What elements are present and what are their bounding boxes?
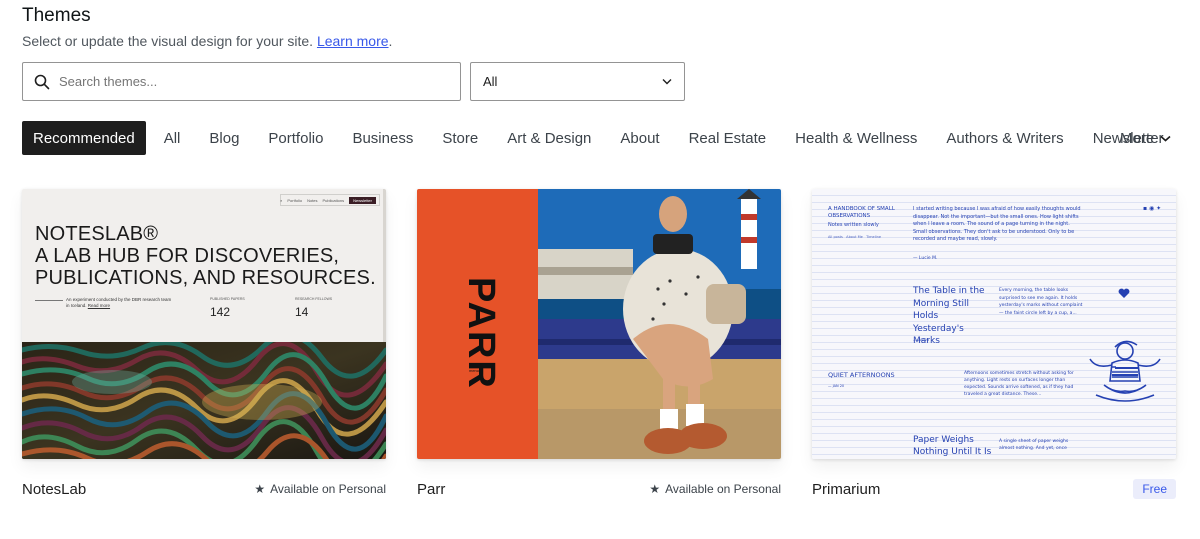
primarium-preview: A HANDBOOK OF SMALL OBSERVATIONS Notes w… [812,189,1176,459]
search-icon [34,74,50,89]
parr-preview-sidebar: PARR menu [417,189,538,459]
theme-card-footer: NotesLab ★ Available on Personal [22,477,386,501]
theme-card-noteslab[interactable]: ⌕ Portfolio Notes Publications Newslette… [22,189,386,498]
tab-store[interactable]: Store [431,121,489,155]
noteslab-scrollbar [383,189,386,342]
theme-name[interactable]: Parr [417,481,445,498]
noteslab-headline-line: PUBLICATIONS, AND RESOURCES. [35,267,376,289]
noteslab-nav-item: Portfolio [287,197,303,203]
theme-card-footer: Primarium Free [812,477,1176,501]
theme-card-footer: Parr ★ Available on Personal [417,477,781,501]
page-subtitle: Select or update the visual design for y… [22,33,392,49]
tab-all[interactable]: All [153,121,192,155]
tab-blog[interactable]: Blog [198,121,250,155]
noteslab-stat-value: 142 [210,305,231,319]
star-icon: ★ [254,482,266,496]
theme-card-primarium[interactable]: A HANDBOOK OF SMALL OBSERVATIONS Notes w… [812,189,1176,499]
tab-recommended[interactable]: Recommended [22,121,146,155]
subtitle-period: . [388,33,393,49]
parr-photo-image [538,189,781,459]
theme-name[interactable]: NotesLab [22,481,86,498]
noteslab-preview-header: ⌕ Portfolio Notes Publications Newslette… [22,189,386,342]
noteslab-nav-item: Notes [307,197,318,203]
noteslab-divider [35,300,63,301]
learn-more-link[interactable]: Learn more [317,33,389,49]
primarium-nav: All posts About Me Timeline [828,235,882,239]
plan-badge-label: Available on Personal [270,482,386,496]
tab-art-design[interactable]: Art & Design [496,121,602,155]
theme-preview-noteslab[interactable]: ⌕ Portfolio Notes Publications Newslette… [22,189,386,459]
tab-health-wellness[interactable]: Health & Wellness [784,121,928,155]
page-title: Themes [22,5,91,26]
noteslab-read-more: Read more [87,303,111,308]
theme-name[interactable]: Primarium [812,481,880,498]
parr-menu-label: menu [469,368,480,373]
theme-card-parr[interactable]: PARR menu Parr ★ Available on Personal [417,189,781,498]
primarium-post-title: Paper Weighs Nothing Until It Is [913,435,992,457]
noteslab-stat-label: PUBLISHED PAPERS [210,297,245,301]
tab-more[interactable]: More [1120,121,1171,155]
heart-icon [1118,288,1130,298]
primarium-post-excerpt: A single sheet of paper weighs almost no… [999,439,1069,451]
noteslab-nav-search-icon: ⌕ [280,197,283,203]
free-badge: Free [1133,479,1176,499]
chevron-down-icon [1160,135,1171,142]
noteslab-abstract-art-image [22,342,386,459]
tab-real-estate[interactable]: Real Estate [678,121,778,155]
noteslab-headline-line: NOTESLAB® [35,223,159,245]
filter-select[interactable]: All [470,62,685,101]
chevron-down-icon [662,79,672,85]
noteslab-headline: NOTESLAB® A LAB HUB FOR DISCOVERIES, PUB… [35,223,376,289]
subtitle-text: Select or update the visual design for y… [22,33,314,49]
category-tabs: Recommended All Blog Portfolio Business … [22,121,1182,155]
tab-about[interactable]: About [609,121,670,155]
primarium-post-title: QUIET AFTERNOONS [828,371,895,379]
primarium-intro: I started writing because I was afraid o… [913,206,1081,242]
meditating-figure-illustration [1089,340,1161,402]
plan-badge: ★ Available on Personal [254,482,386,496]
primarium-post-excerpt: Afternoons sometimes stretch without ask… [964,371,1074,397]
noteslab-intro-text: An experiment conducted by the DBR resea… [66,297,172,308]
filter-select-value: All [483,74,498,89]
noteslab-stat-label: RESEARCH FELLOWS [295,297,333,301]
primarium-tagline: Notes written slowly [828,222,879,228]
noteslab-intro: An experiment conducted by the DBR resea… [66,297,176,309]
page-header: Themes Select or update the visual desig… [22,4,392,49]
star-icon: ★ [649,482,661,496]
tab-more-label: More [1120,129,1155,147]
tab-authors-writers[interactable]: Authors & Writers [935,121,1074,155]
primarium-post-date: — JAN 20 [828,384,845,388]
tab-portfolio[interactable]: Portfolio [257,121,334,155]
noteslab-nav-item: Publications [322,197,345,203]
social-icons: ▪ ◉ ✦ [1143,205,1162,212]
theme-preview-parr[interactable]: PARR menu [417,189,781,459]
primarium-signature: — Lucie M. [913,256,938,261]
primarium-post-date: — JAN 25 [913,338,930,342]
primarium-post-excerpt: Every morning, the table looks surprised… [999,288,1083,316]
primarium-site-title: A HANDBOOK OF SMALL OBSERVATIONS [828,206,895,219]
plan-badge: ★ Available on Personal [649,482,781,496]
tab-business[interactable]: Business [341,121,424,155]
plan-badge-label: Available on Personal [665,482,781,496]
noteslab-headline-line: A LAB HUB FOR DISCOVERIES, [35,245,340,267]
theme-preview-primarium[interactable]: A HANDBOOK OF SMALL OBSERVATIONS Notes w… [812,189,1176,459]
search-box[interactable] [22,62,461,101]
search-input[interactable] [59,74,439,89]
noteslab-stat-value: 14 [295,305,309,319]
noteslab-preview-nav: ⌕ Portfolio Notes Publications Newslette… [280,194,380,206]
noteslab-nav-button: Newsletter [349,196,376,204]
